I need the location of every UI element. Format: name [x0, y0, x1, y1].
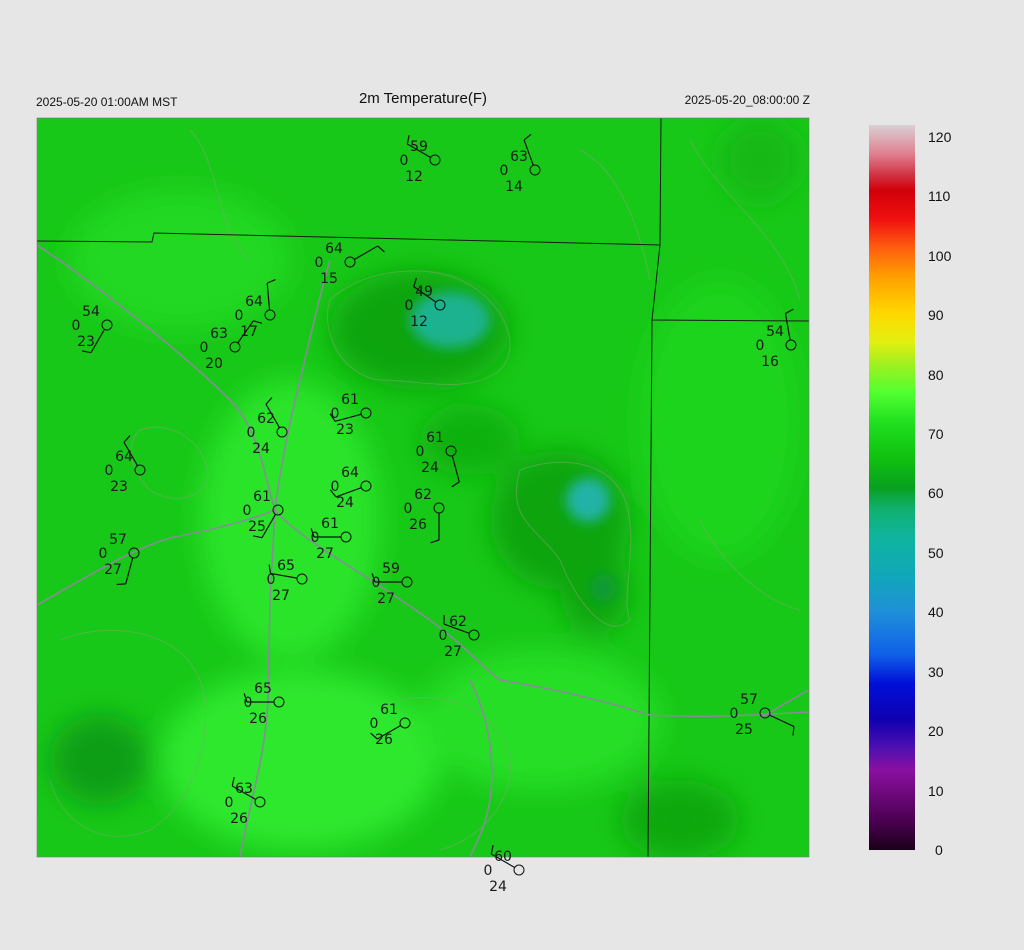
colorbar-label: 50	[928, 544, 944, 561]
station-weather: 0	[405, 298, 414, 314]
station-dewpoint: 23	[77, 334, 95, 350]
station-dewpoint: 24	[336, 495, 354, 511]
station-dewpoint: 27	[272, 588, 290, 604]
station-dewpoint: 23	[110, 479, 128, 495]
station-temperature: 57	[740, 692, 758, 708]
station-temperature: 63	[235, 781, 253, 797]
station-weather: 0	[105, 463, 114, 479]
station-temperature: 63	[510, 149, 528, 165]
colorbar-label: 90	[928, 307, 944, 324]
station-temperature: 61	[380, 702, 398, 718]
station-temperature: 62	[414, 487, 432, 503]
station-dewpoint: 16	[761, 354, 779, 370]
station-weather: 0	[372, 575, 381, 591]
colorbar-label: 30	[928, 663, 944, 680]
station-temperature: 61	[321, 516, 339, 532]
station-weather: 0	[370, 716, 379, 732]
colorbar-label: 100	[928, 247, 952, 264]
station-temperature: 61	[341, 392, 359, 408]
station-weather: 0	[500, 163, 509, 179]
station-dewpoint: 27	[377, 591, 395, 607]
colorbar-label: 110	[928, 188, 951, 205]
station-weather: 0	[72, 318, 81, 334]
station-weather: 0	[200, 340, 209, 356]
station-dewpoint: 25	[248, 519, 266, 535]
station-dewpoint: 27	[444, 644, 462, 660]
station-dewpoint: 20	[205, 356, 223, 372]
station-weather: 0	[331, 406, 340, 422]
station-dewpoint: 14	[505, 179, 523, 195]
station-dewpoint: 15	[320, 271, 338, 287]
colorbar-label: 10	[928, 782, 944, 799]
station-weather: 0	[244, 695, 253, 711]
station-weather: 0	[99, 546, 108, 562]
station-weather: 0	[225, 795, 234, 811]
station-weather: 0	[243, 503, 252, 519]
station-temperature: 64	[115, 449, 133, 465]
station-temperature: 61	[253, 489, 271, 505]
station-dewpoint: 24	[421, 460, 439, 476]
station-weather: 0	[311, 530, 320, 546]
station-circle	[513, 864, 525, 876]
station-weather: 0	[439, 628, 448, 644]
station-temperature: 62	[449, 614, 467, 630]
station-dewpoint: 26	[230, 811, 248, 827]
station-dewpoint: 27	[104, 562, 122, 578]
station-dewpoint: 26	[249, 711, 267, 727]
station-weather: 0	[315, 255, 324, 271]
colorbar-label: 20	[928, 723, 944, 740]
station-weather: 0	[484, 863, 493, 879]
colorbar-label: 40	[928, 604, 944, 621]
station-temperature: 57	[109, 532, 127, 548]
station-temperature: 62	[257, 411, 275, 427]
station-dewpoint: 26	[409, 517, 427, 533]
station-temperature: 65	[254, 681, 272, 697]
colorbar-label: 60	[928, 485, 944, 502]
station-dewpoint: 12	[405, 169, 423, 185]
station-weather: 0	[235, 308, 244, 324]
station-weather: 0	[416, 444, 425, 460]
wind-barb	[116, 583, 126, 586]
station-temperature: 63	[210, 326, 228, 342]
station-temperature: 59	[410, 139, 428, 155]
station-temperature: 65	[277, 558, 295, 574]
station-weather: 0	[730, 706, 739, 722]
colorbar	[869, 125, 915, 850]
colorbar-label: 70	[928, 426, 944, 443]
station-temperature: 64	[245, 294, 263, 310]
station-weather: 0	[756, 338, 765, 354]
station-dewpoint: 26	[375, 732, 393, 748]
station-dewpoint: 24	[252, 441, 270, 457]
station-temperature: 60	[494, 849, 512, 865]
station-temperature: 64	[341, 465, 359, 481]
colorbar-label: 0	[935, 842, 943, 858]
station-temperature: 59	[382, 561, 400, 577]
station-temperature: 54	[766, 324, 784, 340]
station-dewpoint: 25	[735, 722, 753, 738]
station-temperature: 54	[82, 304, 100, 320]
station-dewpoint: 27	[316, 546, 334, 562]
station-temperature: 49	[415, 284, 433, 300]
station-temperature: 61	[426, 430, 444, 446]
temperature-map: 5901263014640154901264017630205402354016…	[36, 117, 915, 895]
station-weather: 0	[331, 479, 340, 495]
colorbar-label: 80	[928, 366, 944, 383]
station-dewpoint: 23	[336, 422, 354, 438]
station-weather: 0	[404, 501, 413, 517]
colorbar-label: 120	[928, 128, 952, 145]
station-weather: 0	[247, 425, 256, 441]
station-temperature: 64	[325, 241, 343, 257]
station-dewpoint: 24	[489, 879, 507, 895]
station-weather: 0	[267, 572, 276, 588]
station-dewpoint: 12	[410, 314, 428, 330]
station-weather: 0	[400, 153, 409, 169]
